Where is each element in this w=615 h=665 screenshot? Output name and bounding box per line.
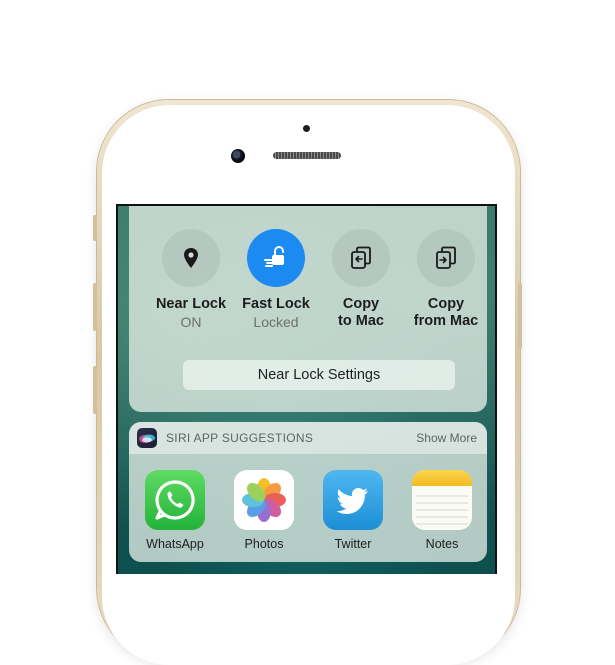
siri-header: SIRI APP SUGGESTIONS Show More <box>129 422 487 454</box>
location-pin-icon <box>184 248 198 268</box>
app-suggestions: WhatsApp Photos Twitter Notes <box>129 470 487 560</box>
action-label: Copy to Mac <box>338 296 384 329</box>
app-photos[interactable]: Photos <box>224 470 304 551</box>
photos-icon[interactable] <box>234 470 294 530</box>
near-lock-circle[interactable] <box>162 229 220 287</box>
silent-switch <box>93 215 97 241</box>
notes-icon[interactable] <box>412 470 472 530</box>
app-name: Notes <box>425 537 459 551</box>
whatsapp-icon[interactable] <box>145 470 205 530</box>
action-label: Fast Lock <box>242 296 310 312</box>
show-more-link[interactable]: Show More <box>416 431 477 445</box>
siri-suggestions-widget: SIRI APP SUGGESTIONS Show More WhatsApp <box>129 422 487 562</box>
app-notes[interactable]: Notes <box>402 470 482 551</box>
fast-lock-action[interactable]: Fast Lock Locked <box>234 229 318 331</box>
app-name: WhatsApp <box>146 537 204 551</box>
action-status: Locked <box>253 314 299 330</box>
app-twitter[interactable]: Twitter <box>313 470 393 551</box>
earpiece-speaker <box>273 152 341 159</box>
app-name: Photos <box>244 537 284 551</box>
near-lock-settings-button[interactable]: Near Lock Settings <box>183 360 455 390</box>
twitter-icon[interactable] <box>323 470 383 530</box>
copy-to-mac-action[interactable]: Copy to Mac <box>319 229 403 330</box>
unlock-hand-icon <box>264 246 284 267</box>
near-lock-action[interactable]: Near Lock ON <box>149 229 233 331</box>
copy-to-mac-icon <box>351 246 371 269</box>
action-label: Near Lock <box>155 296 227 312</box>
fast-lock-circle[interactable] <box>247 229 305 287</box>
siri-title: SIRI APP SUGGESTIONS <box>166 431 314 445</box>
siri-icon <box>137 428 157 448</box>
screen: Near Lock ON Fast Lock Locked Copy to Ma… <box>116 204 497 574</box>
action-status: ON <box>180 314 202 330</box>
power-button <box>518 283 522 349</box>
copy-to-mac-circle[interactable] <box>332 229 390 287</box>
action-label: Copy from Mac <box>413 296 479 329</box>
proximity-sensor <box>303 125 310 132</box>
copy-from-mac-icon <box>436 246 456 269</box>
copy-from-mac-action[interactable]: Copy from Mac <box>404 229 488 330</box>
action-row: Near Lock ON Fast Lock Locked Copy to Ma… <box>129 229 487 339</box>
app-whatsapp[interactable]: WhatsApp <box>135 470 215 551</box>
volume-down-button <box>93 366 97 414</box>
copy-from-mac-circle[interactable] <box>417 229 475 287</box>
app-name: Twitter <box>334 537 372 551</box>
near-lock-widget: Near Lock ON Fast Lock Locked Copy to Ma… <box>129 206 487 412</box>
front-camera <box>231 149 245 163</box>
volume-up-button <box>93 283 97 331</box>
